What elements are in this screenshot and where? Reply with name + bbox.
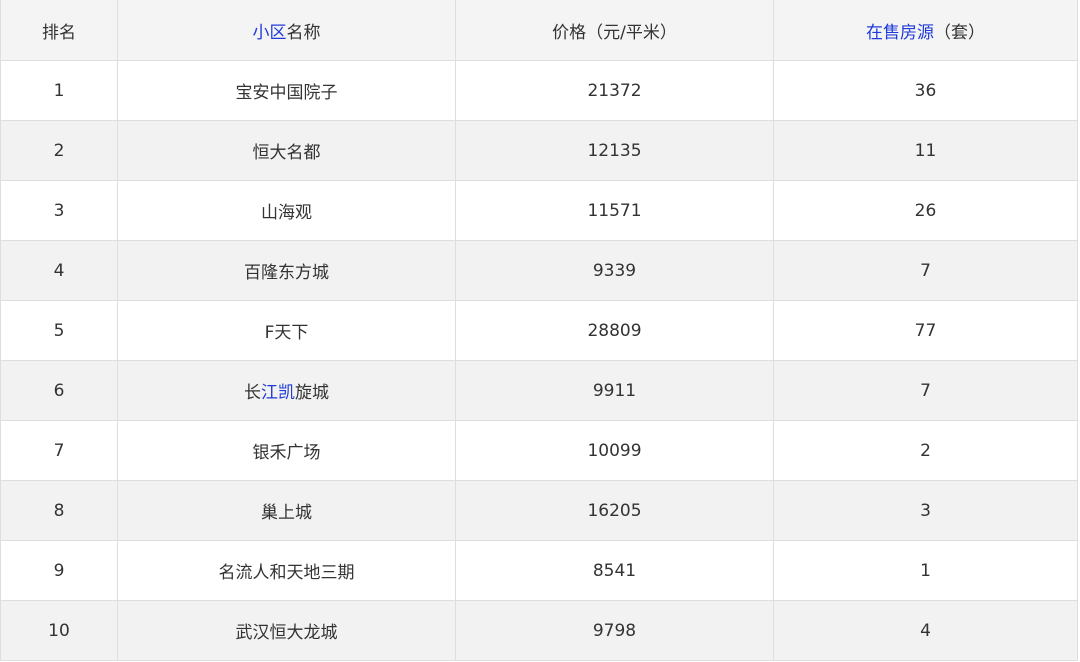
table-row: 7 银禾广场 10099 2 — [0, 421, 1078, 481]
price-cell: 9798 — [456, 601, 774, 661]
community-name: 巢上城 — [261, 503, 312, 523]
rank-cell: 8 — [0, 481, 118, 541]
community-name-cell: 银禾广场 — [118, 421, 456, 481]
rank-cell: 3 — [0, 181, 118, 241]
rank-cell: 10 — [0, 601, 118, 661]
rank-cell: 1 — [0, 61, 118, 121]
rank-cell: 7 — [0, 421, 118, 481]
header-rank: 排名 — [0, 0, 118, 61]
table-row: 9 名流人和天地三期 8541 1 — [0, 541, 1078, 601]
header-listings-suffix: （套） — [934, 22, 985, 43]
price-cell: 11571 — [456, 181, 774, 241]
listings-cell: 11 — [774, 121, 1078, 181]
community-name: 银禾广场 — [252, 443, 321, 463]
listings-cell: 3 — [774, 481, 1078, 541]
rank-cell: 4 — [0, 241, 118, 301]
header-listings-link[interactable]: 在售房源 — [866, 18, 934, 43]
header-community-link[interactable]: 小区 — [253, 18, 287, 43]
listings-cell: 77 — [774, 301, 1078, 361]
table-row: 8 巢上城 16205 3 — [0, 481, 1078, 541]
header-price: 价格（元/平米） — [456, 0, 774, 61]
community-name: 百隆东方城 — [244, 263, 329, 283]
community-name-cell: 名流人和天地三期 — [118, 541, 456, 601]
community-name: 山海观 — [261, 203, 312, 223]
community-name: F天下 — [264, 323, 309, 343]
listings-cell: 7 — [774, 241, 1078, 301]
community-name-cell: 武汉恒大龙城 — [118, 601, 456, 661]
table-row: 3 山海观 11571 26 — [0, 181, 1078, 241]
price-cell: 10099 — [456, 421, 774, 481]
ranking-table: 排名 小区 名称 价格（元/平米） 在售房源 （套） 1 宝安中国院子 21372 … — [0, 0, 1078, 661]
community-name-cell: F天下 — [118, 301, 456, 361]
community-name: 名流人和天地三期 — [218, 563, 355, 583]
rank-cell: 9 — [0, 541, 118, 601]
rank-cell: 6 — [0, 361, 118, 421]
community-name-part: 长 — [244, 383, 261, 403]
table-row: 2 恒大名都 12135 11 — [0, 121, 1078, 181]
listings-cell: 1 — [774, 541, 1078, 601]
listings-cell: 36 — [774, 61, 1078, 121]
table-header-row: 排名 小区 名称 价格（元/平米） 在售房源 （套） — [0, 0, 1078, 61]
header-community-suffix: 名称 — [286, 22, 321, 43]
rank-cell: 2 — [0, 121, 118, 181]
table-row: 5 F天下 28809 77 — [0, 301, 1078, 361]
header-community-name: 小区 名称 — [118, 0, 456, 61]
price-cell: 9339 — [456, 241, 774, 301]
community-name-part: 旋城 — [295, 383, 329, 403]
price-cell: 28809 — [456, 301, 774, 361]
table-row: 6 长江凯 旋城 9911 7 — [0, 361, 1078, 421]
community-keyword-link[interactable]: 江凯 — [261, 378, 295, 403]
community-name: 恒大名都 — [252, 143, 321, 163]
community-name-cell: 百隆东方城 — [118, 241, 456, 301]
community-name-cell: 长江凯 旋城 — [118, 361, 456, 421]
listings-cell: 2 — [774, 421, 1078, 481]
listings-cell: 26 — [774, 181, 1078, 241]
header-price-label: 价格（元/平米） — [552, 22, 677, 43]
price-cell: 8541 — [456, 541, 774, 601]
table-row: 1 宝安中国院子 21372 36 — [0, 61, 1078, 121]
community-name: 武汉恒大龙城 — [235, 623, 338, 643]
listings-cell: 4 — [774, 601, 1078, 661]
table-row: 4 百隆东方城 9339 7 — [0, 241, 1078, 301]
community-name-cell: 宝安中国院子 — [118, 61, 456, 121]
price-cell: 16205 — [456, 481, 774, 541]
rank-cell: 5 — [0, 301, 118, 361]
community-name-cell: 恒大名都 — [118, 121, 456, 181]
header-listings: 在售房源 （套） — [774, 0, 1078, 61]
price-cell: 12135 — [456, 121, 774, 181]
price-cell: 9911 — [456, 361, 774, 421]
community-name: 宝安中国院子 — [235, 83, 338, 103]
listings-cell: 7 — [774, 361, 1078, 421]
price-cell: 21372 — [456, 61, 774, 121]
community-name-cell: 山海观 — [118, 181, 456, 241]
header-rank-label: 排名 — [42, 22, 76, 43]
table-row: 10 武汉恒大龙城 9798 4 — [0, 601, 1078, 661]
community-name-cell: 巢上城 — [118, 481, 456, 541]
